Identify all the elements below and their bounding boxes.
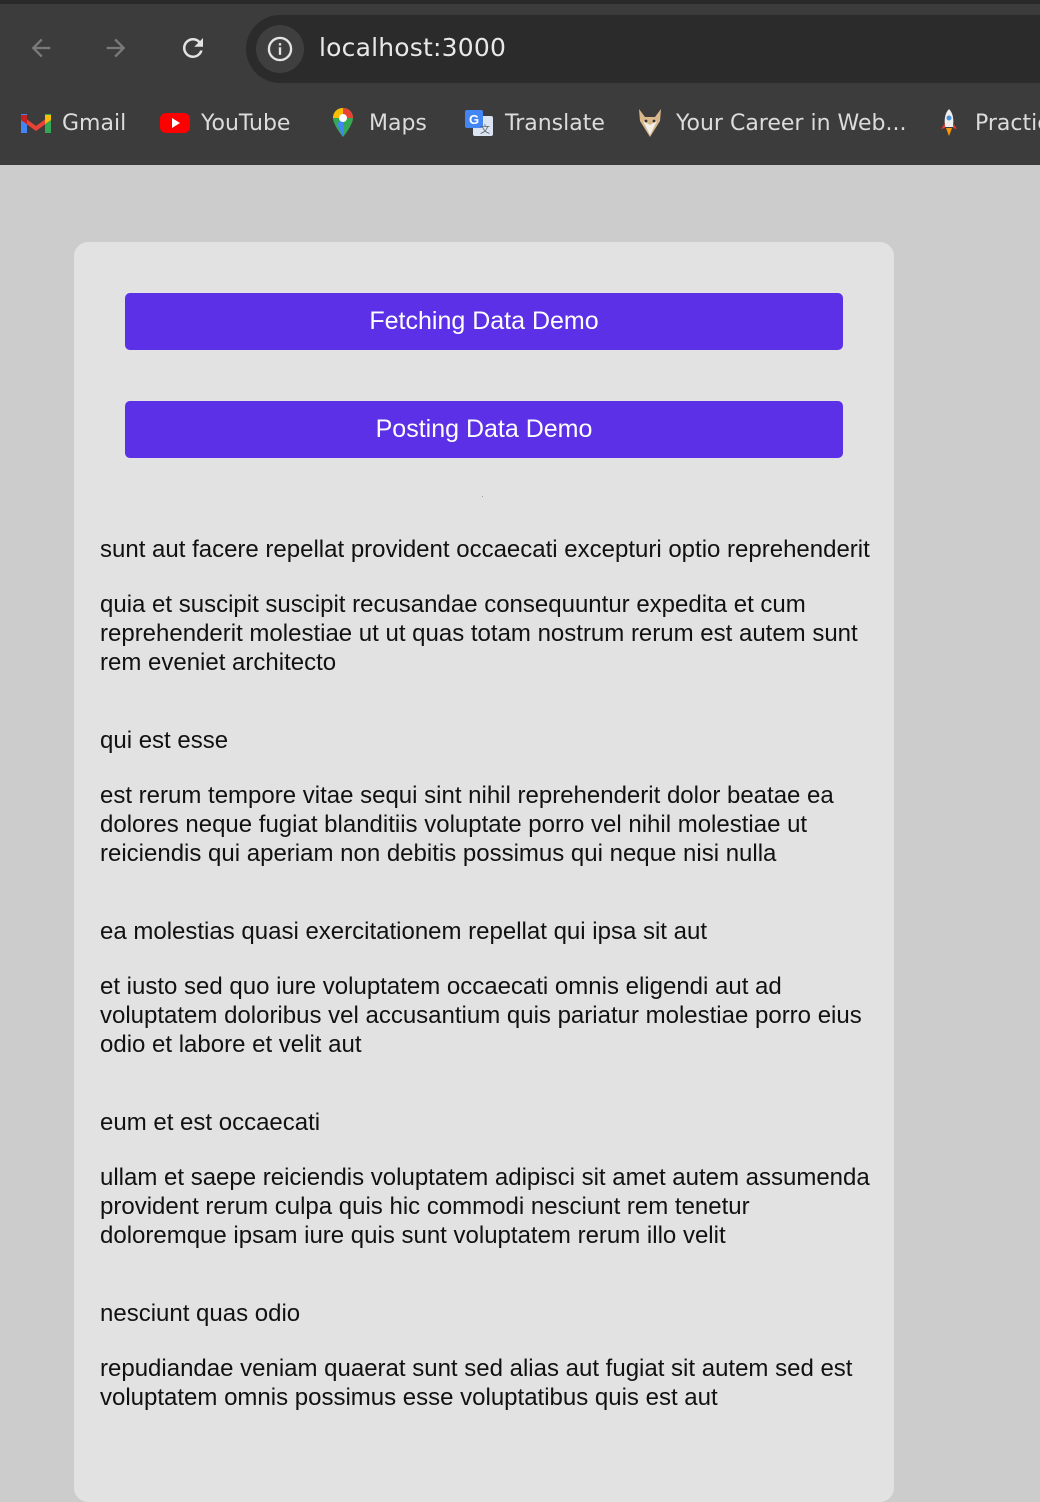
bookmark-translate[interactable]: G 文 Translate bbox=[463, 100, 605, 146]
post-list: sunt aut facere repellat provident occae… bbox=[100, 535, 870, 1461]
site-info-icon[interactable] bbox=[256, 25, 304, 73]
fetching-data-demo-button[interactable]: Fetching Data Demo bbox=[125, 293, 843, 350]
post-title: nesciunt quas odio bbox=[100, 1300, 301, 1327]
post-title: eum et est occaecati bbox=[100, 1109, 321, 1136]
svg-text:文: 文 bbox=[480, 123, 490, 136]
post-body: repudiandae veniam quaerat sunt sed alia… bbox=[100, 1355, 853, 1411]
bookmark-label: YouTube bbox=[201, 110, 291, 136]
post-body: quia et suscipit suscipit recusandae con… bbox=[100, 591, 858, 676]
content-card: Fetching Data Demo Posting Data Demo sun… bbox=[74, 242, 894, 1502]
bookmark-label: Translate bbox=[505, 110, 605, 136]
post-item: ea molestias quasi exercitationem repell… bbox=[100, 917, 870, 1059]
bookmark-gmail[interactable]: Gmail bbox=[20, 100, 126, 146]
bookmark-label: Maps bbox=[369, 110, 427, 136]
back-arrow-icon[interactable] bbox=[21, 28, 61, 68]
bookmark-your-career[interactable]: Your Career in Web... bbox=[634, 100, 906, 146]
bookmark-label: Your Career in Web... bbox=[676, 110, 907, 136]
svg-text:G: G bbox=[469, 112, 479, 127]
forward-arrow-icon[interactable] bbox=[96, 28, 136, 68]
post-title: sunt aut facere repellat provident occae… bbox=[100, 536, 870, 563]
bookmark-maps[interactable]: Maps bbox=[327, 100, 427, 146]
bookmark-youtube[interactable]: YouTube bbox=[159, 100, 290, 146]
gmail-icon bbox=[20, 107, 52, 139]
bookmarks-bar: Gmail YouTube Maps G 文 Translate Your Ca… bbox=[0, 100, 1040, 146]
post-item: eum et est occaecati ullam et saepe reici… bbox=[100, 1108, 870, 1250]
loading-indicator bbox=[482, 496, 483, 497]
post-item: sunt aut facere repellat provident occae… bbox=[100, 535, 870, 677]
bookmark-label: Practic bbox=[975, 110, 1040, 136]
address-bar[interactable]: localhost:3000 bbox=[246, 15, 1040, 83]
post-item: nesciunt quas odio repudiandae veniam qua… bbox=[100, 1299, 870, 1412]
reload-icon[interactable] bbox=[173, 28, 213, 68]
url-text[interactable]: localhost:3000 bbox=[319, 33, 506, 62]
post-body: et iusto sed quo iure voluptatem occaeca… bbox=[100, 973, 862, 1058]
bookmark-label: Gmail bbox=[62, 110, 127, 136]
youtube-icon bbox=[159, 107, 191, 139]
maps-icon bbox=[327, 107, 359, 139]
posting-data-demo-button[interactable]: Posting Data Demo bbox=[125, 401, 843, 458]
post-body: est rerum tempore vitae sequi sint nihil… bbox=[100, 782, 834, 867]
tab-strip-edge bbox=[0, 0, 1040, 4]
translate-icon: G 文 bbox=[463, 107, 495, 139]
bookmark-practice[interactable]: Practic bbox=[933, 100, 1040, 146]
post-title: ea molestias quasi exercitationem repell… bbox=[100, 918, 707, 945]
fox-icon bbox=[634, 107, 666, 139]
rocket-icon bbox=[933, 107, 965, 139]
browser-chrome: localhost:3000 Gmail YouTube Maps G 文 Tr… bbox=[0, 0, 1040, 165]
post-body: ullam et saepe reiciendis voluptatem adi… bbox=[100, 1164, 870, 1249]
post-item: qui est esse est rerum tempore vitae sequ… bbox=[100, 726, 870, 868]
post-title: qui est esse bbox=[100, 727, 229, 754]
